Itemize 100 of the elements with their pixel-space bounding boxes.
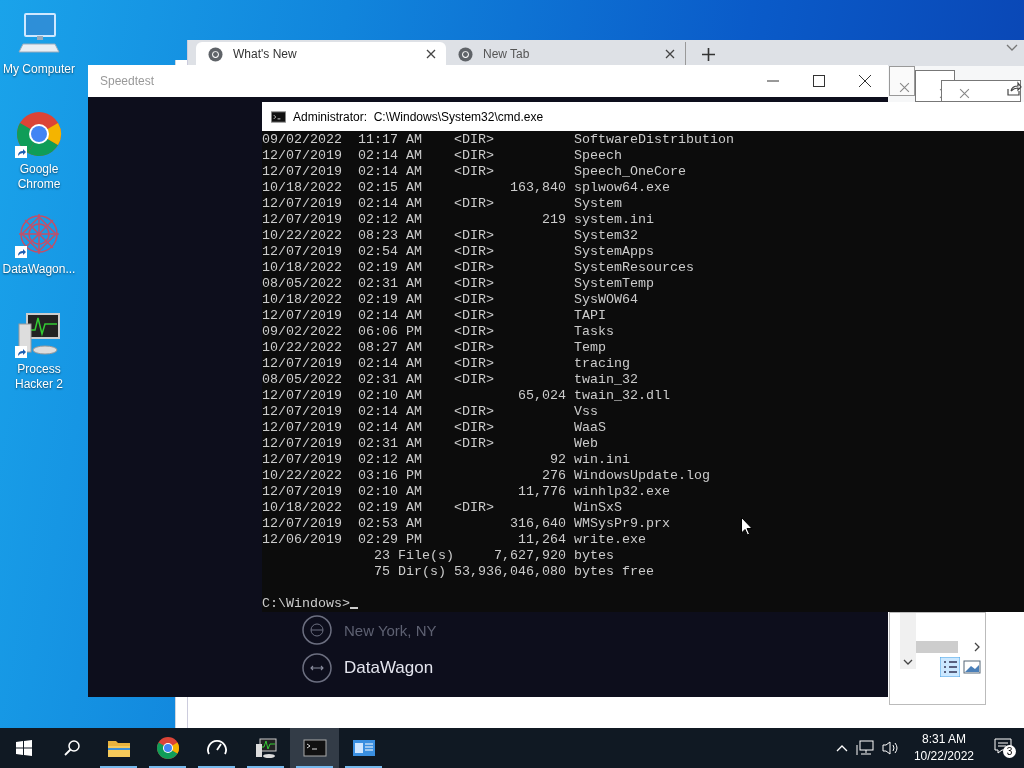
file-size: 219 bbox=[542, 212, 566, 227]
summary-count: 23 File(s) bbox=[374, 548, 454, 564]
dir-marker: <DIR> bbox=[454, 356, 494, 371]
file-size: 11,264 bbox=[518, 532, 566, 547]
file-name: write.exe bbox=[574, 532, 646, 548]
window-title: Speedtest bbox=[100, 74, 156, 88]
dir-marker: <DIR> bbox=[454, 164, 494, 179]
time-text: 02:12 AM bbox=[358, 452, 423, 468]
dir-marker: <DIR> bbox=[454, 436, 494, 451]
file-size: 11,776 bbox=[518, 484, 566, 499]
chevron-right-icon[interactable] bbox=[974, 642, 980, 652]
dir-marker: <DIR> bbox=[454, 276, 494, 291]
file-name: twain_32.dll bbox=[574, 388, 670, 404]
chrome-logo-icon bbox=[208, 46, 223, 62]
file-size: 316,640 bbox=[510, 516, 566, 531]
file-name: Speech bbox=[574, 148, 622, 164]
time-text: 02:10 AM bbox=[358, 388, 423, 404]
time-text: 02:14 AM bbox=[358, 404, 423, 420]
file-name: SystemTemp bbox=[574, 276, 654, 292]
date-text: 12/07/2019 bbox=[262, 212, 343, 228]
maximize-icon[interactable] bbox=[813, 75, 825, 87]
terminal-icon bbox=[271, 110, 286, 123]
file-size: 163,840 bbox=[510, 180, 566, 195]
date-text: 12/07/2019 bbox=[262, 484, 343, 500]
date-text: 12/06/2019 bbox=[262, 532, 343, 548]
date-text: 08/05/2022 bbox=[262, 372, 343, 388]
file-name: winhlp32.exe bbox=[574, 484, 670, 500]
date-text: 09/02/2022 bbox=[262, 324, 343, 340]
file-name: SysWOW64 bbox=[574, 292, 638, 308]
browser-tab[interactable]: What's New bbox=[196, 42, 446, 66]
date-text: 12/07/2019 bbox=[262, 436, 343, 452]
date-text: 10/18/2022 bbox=[262, 260, 343, 276]
date-text: 10/18/2022 bbox=[262, 180, 343, 196]
time-text: 02:14 AM bbox=[358, 356, 423, 372]
date-text: 10/22/2022 bbox=[262, 228, 343, 244]
time-text: 03:16 PM bbox=[358, 468, 423, 484]
file-size: 65,024 bbox=[518, 388, 566, 403]
dir-marker: <DIR> bbox=[454, 196, 494, 211]
time-text: 02:31 AM bbox=[358, 276, 423, 292]
notification-badge: 3 bbox=[1003, 745, 1016, 758]
date-text: 10/22/2022 bbox=[262, 340, 343, 356]
file-name: Temp bbox=[574, 340, 606, 356]
clock-date[interactable]: 10/22/2022 bbox=[913, 748, 974, 765]
share-icon[interactable] bbox=[1006, 81, 1022, 97]
file-name: TAPI bbox=[574, 308, 606, 324]
monitor-icon[interactable] bbox=[15, 310, 63, 358]
file-name: Web bbox=[574, 436, 598, 452]
time-text: 02:14 AM bbox=[358, 196, 423, 212]
arrows-icon[interactable] bbox=[302, 653, 332, 683]
notification-icon[interactable] bbox=[994, 738, 1012, 754]
time-text: 02:14 AM bbox=[358, 148, 423, 164]
globe-icon[interactable] bbox=[302, 615, 332, 645]
date-text: 09/02/2022 bbox=[262, 132, 343, 148]
file-name: twain_32 bbox=[574, 372, 638, 388]
chrome-logo-icon bbox=[458, 46, 473, 62]
time-text: 02:54 AM bbox=[358, 244, 423, 260]
details-view-icon[interactable] bbox=[940, 657, 960, 677]
preview-view-icon[interactable] bbox=[963, 660, 981, 674]
server-label: DataWagon bbox=[344, 658, 434, 678]
dir-marker: <DIR> bbox=[454, 292, 494, 307]
date-text: 12/07/2019 bbox=[262, 356, 343, 372]
date-text: 12/07/2019 bbox=[262, 452, 343, 468]
time-text: 08:23 AM bbox=[358, 228, 423, 244]
windows-logo-icon[interactable] bbox=[16, 740, 32, 756]
chevron-down-icon[interactable] bbox=[903, 659, 913, 665]
chrome-logo-icon bbox=[155, 736, 180, 760]
file-name: System32 bbox=[574, 228, 638, 244]
dir-marker: <DIR> bbox=[454, 228, 494, 243]
scrollbar[interactable] bbox=[900, 613, 916, 669]
scrollbar-thumb[interactable] bbox=[916, 641, 958, 653]
file-name: WinSxS bbox=[574, 500, 622, 516]
date-text: 12/07/2019 bbox=[262, 148, 343, 164]
time-text: 02:19 AM bbox=[358, 292, 423, 308]
file-name: SoftwareDistribution bbox=[574, 132, 734, 148]
taskbar-app-button[interactable] bbox=[290, 728, 339, 768]
dir-marker: <DIR> bbox=[454, 148, 494, 163]
time-text: 02:31 AM bbox=[358, 436, 423, 452]
time-text: 02:12 AM bbox=[358, 212, 423, 228]
desktop-icon-label[interactable]: Process Hacker 2 bbox=[0, 362, 78, 392]
new-tab-icon[interactable] bbox=[702, 48, 715, 61]
chevron-up-icon[interactable] bbox=[835, 744, 848, 752]
summary-unit: bytes bbox=[574, 548, 614, 564]
date-text: 12/07/2019 bbox=[262, 420, 343, 436]
summary-amount: 53,936,046,080 bbox=[454, 564, 566, 580]
time-text: 02:31 AM bbox=[358, 372, 423, 388]
time-text: 02:14 AM bbox=[358, 308, 423, 324]
file-name: Vss bbox=[574, 404, 598, 420]
date-text: 12/07/2019 bbox=[262, 308, 343, 324]
clock-time[interactable]: 8:31 AM bbox=[921, 731, 966, 748]
network-icon[interactable] bbox=[855, 740, 874, 756]
volume-icon[interactable] bbox=[881, 740, 900, 756]
search-icon[interactable] bbox=[64, 740, 80, 756]
server-label: New York, NY bbox=[344, 621, 437, 639]
file-size: 276 bbox=[542, 468, 566, 483]
chrome-logo-icon[interactable] bbox=[15, 110, 63, 158]
file-name: SystemResources bbox=[574, 260, 694, 276]
date-text: 10/18/2022 bbox=[262, 500, 343, 516]
date-text: 12/07/2019 bbox=[262, 244, 343, 260]
text-cursor bbox=[350, 607, 358, 609]
time-text: 02:19 AM bbox=[358, 260, 423, 276]
